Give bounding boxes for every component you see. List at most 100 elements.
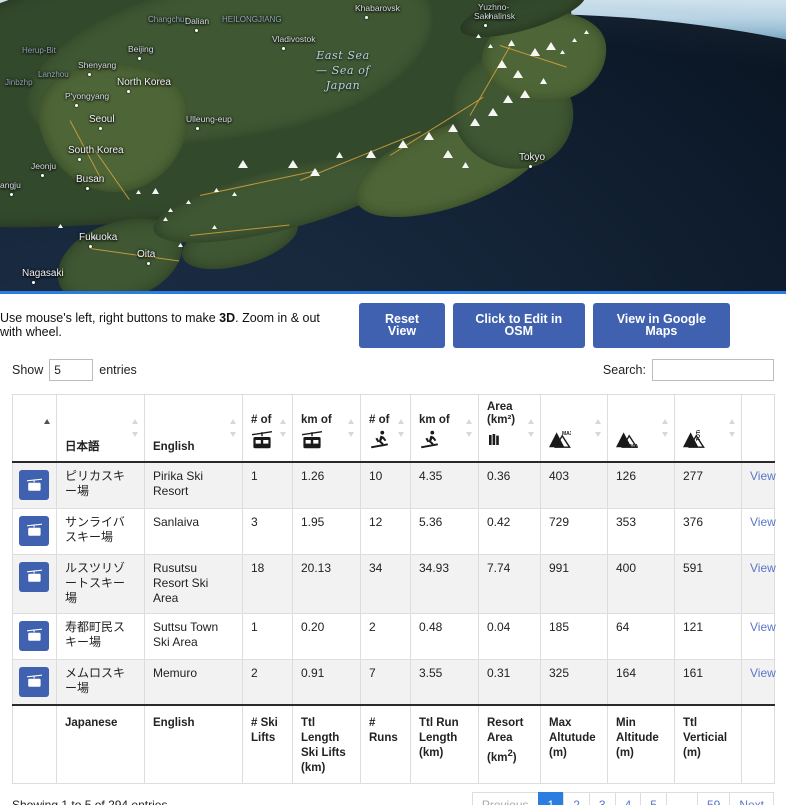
ski-lift-icon xyxy=(26,523,42,536)
map-city-dot xyxy=(89,245,92,248)
cell-runs: 2 xyxy=(360,612,411,660)
map-control-bar: Use mouse's left, right buttons to make … xyxy=(0,294,786,356)
cell-max-altitude: 991 xyxy=(540,553,608,614)
ski-lift-icon-button[interactable] xyxy=(19,666,49,697)
cell-ski-lifts: 1 xyxy=(242,612,293,660)
pagination-page-5[interactable]: 5 xyxy=(640,792,667,805)
header-line-2: English xyxy=(153,441,195,453)
sort-toggle-icon[interactable] xyxy=(662,419,669,437)
table-row[interactable]: サンライバスキー場 Sanlaiva 3 1.95 12 5.36 0.42 729 353 37… xyxy=(12,507,776,555)
pagination-page-3[interactable]: 3 xyxy=(588,792,616,805)
cell-total-vertical: 277 xyxy=(674,461,742,509)
header-line-1: km of xyxy=(419,414,450,426)
row-badge-cell xyxy=(12,461,57,509)
sort-toggle-icon[interactable] xyxy=(398,419,405,437)
ski-lift-icon-button[interactable] xyxy=(19,470,49,500)
view-link[interactable]: View xyxy=(750,666,776,680)
cell-lift-length-km: 0.91 xyxy=(292,658,361,706)
map-city-dot xyxy=(127,90,130,93)
cell-ski-lifts: 18 xyxy=(242,553,293,614)
cell-japanese-name: ルスツリゾートスキー場 xyxy=(56,553,145,614)
gondola-icon xyxy=(252,431,272,449)
cell-area-km2: 0.04 xyxy=(478,612,541,660)
edit-in-osm-button[interactable]: Click to Edit in OSM xyxy=(452,302,585,348)
column-footer-1: Japanese xyxy=(56,704,145,784)
column-header-3[interactable]: # of xyxy=(242,394,293,463)
table-row[interactable]: 寿都町民スキー場 Suttsu Town Ski Area 1 0.20 2 0.48 0.… xyxy=(12,612,776,660)
cell-max-altitude: 325 xyxy=(540,658,608,706)
header-icon-wrap: MIN xyxy=(616,430,658,454)
sort-ascending-icon[interactable] xyxy=(44,419,51,437)
column-header-9[interactable]: MIN xyxy=(607,394,675,463)
table-row[interactable]: ピリカスキー場 Pirika Ski Resort 1 1.26 10 4.35 0.36 4… xyxy=(12,461,776,509)
reset-view-button[interactable]: Reset View xyxy=(359,302,445,348)
mountain-min-icon: MIN xyxy=(616,432,640,450)
view-link[interactable]: View xyxy=(750,561,776,575)
column-header-6[interactable]: km of xyxy=(410,394,479,463)
map-city-label: Herup-Bit xyxy=(22,46,56,55)
cell-total-vertical: 161 xyxy=(674,658,742,706)
cell-runs: 34 xyxy=(360,553,411,614)
sort-toggle-icon[interactable] xyxy=(466,419,473,437)
sort-toggle-icon[interactable] xyxy=(348,419,355,437)
column-header-4[interactable]: km of xyxy=(292,394,361,463)
pagination-page-2[interactable]: 2 xyxy=(563,792,590,805)
sort-toggle-icon[interactable] xyxy=(729,419,736,437)
column-header-8[interactable]: MAX xyxy=(540,394,608,463)
sort-toggle-icon[interactable] xyxy=(280,419,287,437)
map-city-dot xyxy=(78,158,81,161)
table-row[interactable]: ルスツリゾートスキー場 Rusutsu Resort Ski Area 18 20.1… xyxy=(12,553,776,614)
pagination-page-59[interactable]: 59 xyxy=(696,792,731,805)
entries-per-page-input[interactable] xyxy=(49,359,94,381)
sort-toggle-icon[interactable] xyxy=(528,419,535,437)
skier-icon xyxy=(371,430,388,449)
hint-prefix: Use mouse's left, right buttons to make xyxy=(0,311,220,325)
ski-lift-icon xyxy=(26,569,42,582)
pagination-page-4[interactable]: 4 xyxy=(614,792,642,805)
map-viewport[interactable]: East Sea — Sea of Japan Khabarovsk Yuzhno- Sa… xyxy=(0,0,786,294)
column-header-0[interactable] xyxy=(12,394,57,463)
view-link[interactable]: View xyxy=(750,469,776,483)
map-city-dot xyxy=(365,16,368,19)
svg-text:TOTAL: TOTAL xyxy=(696,430,702,441)
column-header-5[interactable]: # of xyxy=(360,394,411,463)
cell-min-altitude: 164 xyxy=(607,658,675,706)
column-header-1[interactable]: 日本語 xyxy=(56,394,145,463)
view-in-google-maps-button[interactable]: View in Google Maps xyxy=(592,302,730,348)
ski-lift-icon-button[interactable] xyxy=(19,561,49,592)
ski-lift-icon xyxy=(26,478,42,491)
mountain-total-icon: TOTAL xyxy=(683,425,705,448)
column-header-7[interactable]: Area (km²) xyxy=(478,394,541,463)
view-link[interactable]: View xyxy=(750,515,776,529)
datatable-footer: Showing 1 to 5 of 294 entries Previous 1 2… xyxy=(0,784,786,805)
entries-length-control: Show entries xyxy=(12,359,137,381)
map-city-dot xyxy=(282,47,285,50)
view-link[interactable]: View xyxy=(750,620,776,634)
map-city-label: Tokyo xyxy=(519,152,546,163)
cell-runs: 10 xyxy=(360,461,411,509)
map-usage-hint: Use mouse's left, right buttons to make … xyxy=(0,311,337,339)
column-header-10[interactable]: TOTAL xyxy=(674,394,742,463)
pagination-previous[interactable]: Previous xyxy=(471,792,539,805)
column-header-2[interactable]: English xyxy=(144,394,243,463)
sort-toggle-icon[interactable] xyxy=(132,419,139,437)
header-icon-wrap xyxy=(419,430,462,454)
pagination-page-1[interactable]: 1 xyxy=(537,792,565,805)
sort-toggle-icon[interactable] xyxy=(595,419,602,437)
ski-lift-icon-button[interactable] xyxy=(19,620,49,651)
mountain-max-icon: MAX xyxy=(549,431,574,448)
table-row[interactable]: メムロスキー場 Memuro 2 0.91 7 3.55 0.31 325 164 161 View xyxy=(12,658,776,706)
map-city-dot xyxy=(196,127,199,130)
cell-total-vertical: 591 xyxy=(674,553,742,614)
row-badge-cell xyxy=(12,658,57,706)
pagination-next[interactable]: Next xyxy=(729,792,774,805)
sort-toggle-icon[interactable] xyxy=(230,419,237,437)
cell-runs: 7 xyxy=(360,658,411,706)
ski-lift-icon-button[interactable] xyxy=(19,515,49,546)
map-bottom-scrollbar[interactable] xyxy=(0,291,786,294)
cell-view-link: View xyxy=(741,507,776,555)
cell-english-name: Pirika Ski Resort xyxy=(144,461,243,509)
map-city-label: Beijing xyxy=(128,44,154,54)
column-header-11[interactable] xyxy=(741,394,775,463)
search-input[interactable] xyxy=(652,359,774,381)
